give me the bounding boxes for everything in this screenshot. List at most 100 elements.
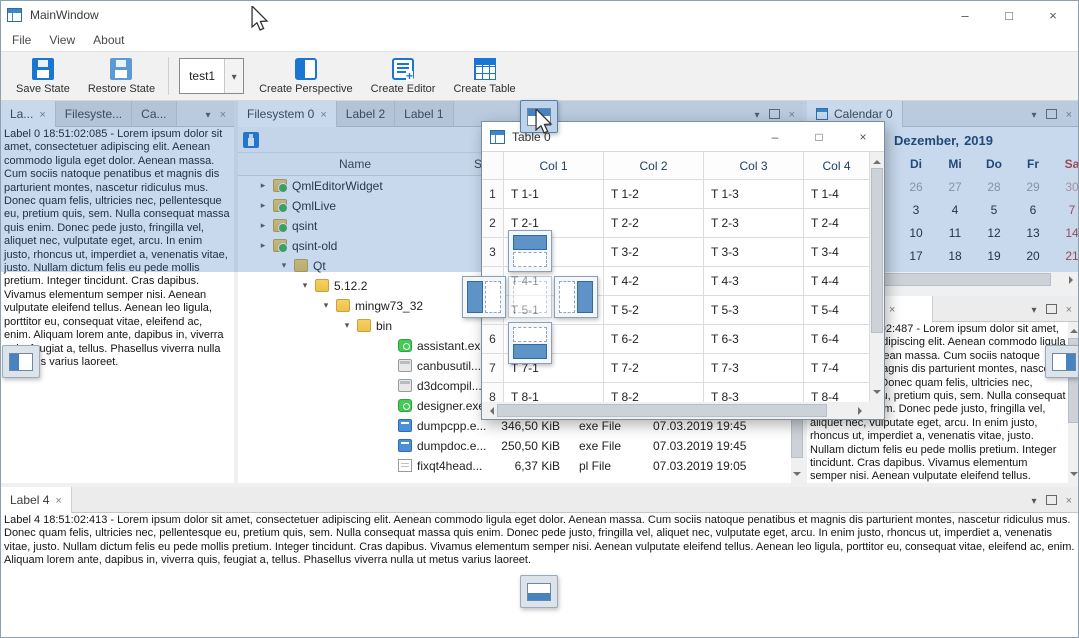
chevron-down-icon <box>232 67 237 85</box>
dock-titlebar-buttons <box>1024 296 1079 321</box>
table-vscrollbar[interactable] <box>870 152 884 402</box>
tree-item-date: 07.03.2019 19:05 <box>653 459 746 473</box>
tree-item-date: 07.03.2019 19:45 <box>653 419 746 433</box>
menu-about[interactable]: About <box>84 31 133 49</box>
drop-indicator-area-right[interactable] <box>554 276 598 318</box>
tab-label4-text: Label 4 <box>10 493 49 507</box>
close-button[interactable]: × <box>1040 8 1066 23</box>
menu-view[interactable]: View <box>40 31 84 49</box>
undock-icon[interactable] <box>1046 304 1057 314</box>
scroll-down-icon[interactable] <box>873 390 881 398</box>
drop-indicator-edge-right[interactable] <box>1045 345 1079 378</box>
table-cell[interactable]: T 5-2 <box>604 296 704 325</box>
tab-label4[interactable]: Label 4 <box>1 487 72 513</box>
create-editor-button[interactable]: Create Editor <box>362 50 445 102</box>
tree-expander-icon[interactable]: ▾ <box>320 300 332 311</box>
scroll-down-icon[interactable] <box>1070 472 1078 480</box>
drop-indicator-area-center[interactable] <box>508 276 552 318</box>
app-blue-icon <box>398 439 412 452</box>
scroll-right-icon[interactable] <box>858 407 866 415</box>
table-row-header[interactable]: 6 <box>482 325 504 354</box>
table-cell[interactable]: T 1-3 <box>704 180 804 209</box>
tab-close-icon[interactable] <box>55 493 61 507</box>
table-cell[interactable]: T 4-2 <box>604 267 704 296</box>
minimize-button[interactable]: – <box>952 8 978 23</box>
table-cell[interactable]: T 3-2 <box>604 238 704 267</box>
table-column-header[interactable]: Col 3 <box>704 152 804 180</box>
table-hscrollbar[interactable] <box>482 402 884 419</box>
window-controls: – □ × <box>952 8 1066 23</box>
create-table-label: Create Table <box>453 83 515 95</box>
folder-icon <box>315 279 329 292</box>
perspective-combobox[interactable]: test1 <box>179 58 244 94</box>
table-cell[interactable]: T 3-3 <box>704 238 804 267</box>
table-cell[interactable]: T 5-3 <box>704 296 804 325</box>
menu-file[interactable]: File <box>3 31 40 49</box>
scrollbar-thumb[interactable] <box>497 404 827 417</box>
table-cell[interactable]: T 1-1 <box>504 180 604 209</box>
scroll-down-icon[interactable] <box>793 472 801 480</box>
table-cell[interactable]: T 2-3 <box>704 209 804 238</box>
table-row-header[interactable]: 3 <box>482 238 504 267</box>
table-cell[interactable]: T 6-2 <box>604 325 704 354</box>
create-table-button[interactable]: Create Table <box>444 50 524 102</box>
table-cell[interactable]: T 6-3 <box>704 325 804 354</box>
close-button[interactable]: × <box>854 130 872 144</box>
scroll-left-icon[interactable] <box>486 407 494 415</box>
table-cell[interactable]: T 4-3 <box>704 267 804 296</box>
table-row-header[interactable]: 7 <box>482 354 504 383</box>
dock-close-icon[interactable] <box>1066 491 1072 509</box>
minimize-button[interactable]: – <box>766 130 784 144</box>
drop-indicator-area-top[interactable] <box>508 230 552 272</box>
save-icon <box>32 58 54 80</box>
table-cell[interactable]: T 7-2 <box>604 354 704 383</box>
table-cell[interactable]: T 3-4 <box>804 238 870 267</box>
maximize-button[interactable]: □ <box>810 130 828 144</box>
scroll-right-icon[interactable] <box>1069 276 1077 284</box>
tree-row[interactable]: fixqt4head...6,37 KiBpl File07.03.2019 1… <box>238 456 803 476</box>
table-cell[interactable]: T 1-2 <box>604 180 704 209</box>
table-cell[interactable]: T 8-3 <box>704 383 804 402</box>
table-row-header[interactable]: 1 <box>482 180 504 209</box>
combobox-dropdown-icon[interactable] <box>224 59 243 93</box>
table-cell[interactable]: T 8-1 <box>504 383 604 402</box>
table-cell[interactable]: T 7-3 <box>704 354 804 383</box>
tree-expander-icon[interactable]: ▾ <box>299 280 311 291</box>
table-cell[interactable]: T 2-4 <box>804 209 870 238</box>
tabs-menu-icon[interactable] <box>1032 300 1037 318</box>
table-row-header[interactable]: 8 <box>482 383 504 402</box>
scroll-up-icon[interactable] <box>873 156 881 164</box>
scroll-up-icon[interactable] <box>1070 325 1078 333</box>
table-cell[interactable]: T 2-2 <box>604 209 704 238</box>
undock-icon[interactable] <box>1046 495 1057 505</box>
table-row-header[interactable]: 2 <box>482 209 504 238</box>
maximize-button[interactable]: □ <box>996 8 1022 23</box>
tree-item-name: d3dcompil... <box>417 379 482 393</box>
tab-close-icon[interactable] <box>889 302 895 316</box>
scrollbar-thumb[interactable] <box>871 168 883 333</box>
table-cell[interactable]: T 5-4 <box>804 296 870 325</box>
table-column-header[interactable]: Col 2 <box>604 152 704 180</box>
table-cell[interactable]: T 6-4 <box>804 325 870 354</box>
tree-expander-icon[interactable]: ▾ <box>341 320 353 331</box>
drop-indicator-edge-left[interactable] <box>2 345 40 378</box>
table-cell[interactable]: T 7-4 <box>804 354 870 383</box>
table-cell[interactable]: T 1-4 <box>804 180 870 209</box>
save-state-button[interactable]: Save State <box>7 50 79 102</box>
drop-indicator-area-left[interactable] <box>462 276 506 318</box>
title-bar[interactable]: MainWindow – □ × <box>1 1 1078 29</box>
table-column-header[interactable]: Col 4 <box>804 152 870 180</box>
tree-row[interactable]: dumpdoc.e...250,50 KiBexe File07.03.2019… <box>238 436 803 456</box>
dock-close-icon[interactable] <box>1066 300 1072 318</box>
restore-state-button[interactable]: Restore State <box>79 50 164 102</box>
create-perspective-button[interactable]: Create Perspective <box>250 50 362 102</box>
table-column-header[interactable]: Col 1 <box>504 152 604 180</box>
tabs-menu-icon[interactable] <box>1032 491 1037 509</box>
drop-indicator-edge-bottom[interactable] <box>520 575 558 608</box>
table-cell[interactable]: T 8-2 <box>604 383 704 402</box>
table-cell[interactable]: T 8-4 <box>804 383 870 402</box>
table-cell[interactable]: T 4-4 <box>804 267 870 296</box>
label4-dock-tabbar: Label 4 <box>1 487 1079 513</box>
drop-indicator-area-bottom[interactable] <box>508 322 552 364</box>
app-blue-icon <box>398 419 412 432</box>
